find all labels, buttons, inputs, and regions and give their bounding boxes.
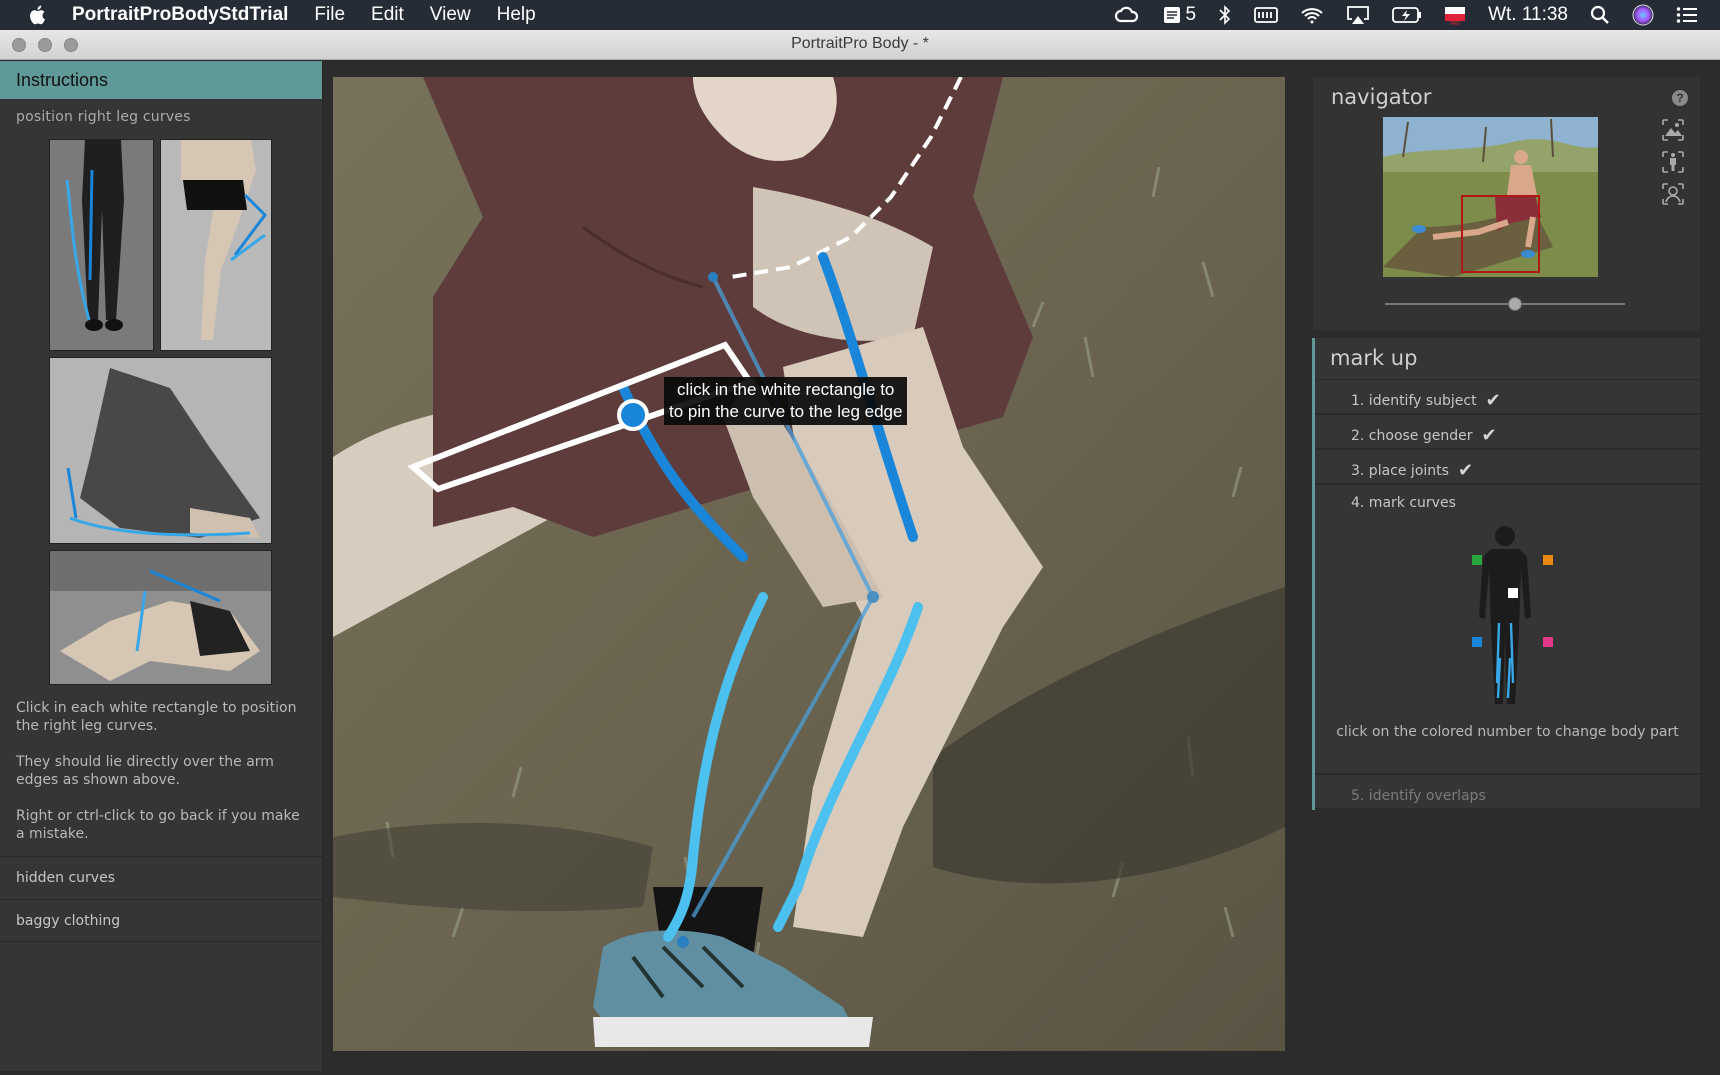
navigator-thumbnail[interactable] — [1383, 117, 1598, 277]
instruction-step-1: Click in each white rectangle to positio… — [16, 700, 297, 734]
window-title-bar: PortraitPro Body - * — [0, 30, 1720, 60]
app-name-menu[interactable]: PortraitProBodyStdTrial — [72, 4, 288, 26]
notification-center-icon[interactable] — [1676, 6, 1698, 24]
step-choose-gender[interactable]: 2. choose gender ✔ — [1315, 415, 1700, 450]
menu-help[interactable]: Help — [497, 4, 536, 26]
landscape-view-icon[interactable] — [1660, 117, 1686, 143]
bodypart-left-arm-marker[interactable] — [1472, 555, 1482, 565]
markup-panel: mark up 1. identify subject ✔ 2. choose … — [1312, 338, 1700, 810]
creative-cloud-icon[interactable] — [1114, 6, 1140, 24]
clock[interactable]: Wt. 11:38 — [1488, 4, 1568, 26]
bodypart-torso-marker[interactable] — [1508, 588, 1518, 598]
bodypart-left-leg-marker[interactable] — [1543, 637, 1553, 647]
step-identify-overlaps[interactable]: 5. identify overlaps — [1315, 775, 1700, 810]
notes-badge[interactable]: 5 — [1162, 4, 1197, 26]
hip-joint[interactable] — [708, 272, 718, 282]
zoom-slider-knob[interactable] — [1507, 297, 1522, 311]
instructions-subtitle: position right leg curves — [16, 109, 191, 125]
checkmark-icon: ✔ — [1481, 425, 1497, 446]
instruction-step-3: Right or ctrl-click to go back if you ma… — [16, 808, 300, 842]
example-image-lying — [49, 550, 272, 685]
example-image-kneeling — [160, 139, 272, 351]
step-label: 3. place joints — [1351, 462, 1449, 479]
instructions-header: Instructions — [0, 61, 322, 99]
tooltip-line-2: to pin the curve to the leg edge — [669, 402, 903, 421]
bodypart-right-leg-marker[interactable] — [1472, 637, 1482, 647]
step-label: 5. identify overlaps — [1351, 787, 1486, 804]
menu-file[interactable]: File — [314, 4, 345, 26]
apple-icon[interactable] — [26, 3, 50, 27]
navigator-panel: navigator ? — [1312, 77, 1700, 330]
notes-icon — [1163, 7, 1180, 23]
keyboard-icon[interactable] — [1254, 6, 1278, 24]
hidden-curves-section[interactable]: hidden curves — [0, 856, 323, 899]
face-view-icon[interactable] — [1660, 181, 1686, 207]
menu-edit[interactable]: Edit — [371, 4, 404, 26]
input-source-flag-icon[interactable]: PRO — [1444, 4, 1466, 26]
step-mark-curves: 4. mark curves click on the colored numb… — [1315, 485, 1700, 775]
body-silhouette-diagram — [1479, 526, 1531, 704]
navigator-label: navigator — [1331, 85, 1432, 109]
example-image-standing — [49, 139, 154, 351]
canvas-tooltip: click in the white rectangle to to pin t… — [664, 377, 908, 425]
spotlight-search-icon[interactable] — [1590, 5, 1610, 25]
right-panel: navigator ? mark up 1. identify subject … — [1312, 77, 1700, 810]
window-title: PortraitPro Body - * — [791, 35, 929, 52]
siri-icon[interactable] — [1632, 4, 1654, 26]
bodypart-right-arm-marker[interactable] — [1543, 555, 1553, 565]
step-label: 4. mark curves — [1351, 495, 1456, 511]
baggy-clothing-section[interactable]: baggy clothing — [0, 899, 323, 942]
step-identify-subject[interactable]: 1. identify subject ✔ — [1315, 380, 1700, 415]
help-icon[interactable]: ? — [1672, 90, 1688, 106]
example-image-sitting — [49, 357, 272, 544]
bodypart-hint: click on the colored number to change bo… — [1336, 724, 1679, 740]
wifi-icon[interactable] — [1300, 6, 1324, 24]
tooltip-line-1: click in the white rectangle to — [677, 380, 895, 399]
step-place-joints[interactable]: 3. place joints ✔ — [1315, 450, 1700, 485]
bluetooth-icon[interactable] — [1218, 5, 1232, 25]
menu-view[interactable]: View — [430, 4, 471, 26]
checkmark-icon: ✔ — [1457, 460, 1474, 481]
step-label: 2. choose gender — [1351, 427, 1473, 444]
knee-joint[interactable] — [867, 591, 879, 603]
svg-text:PRO: PRO — [1450, 21, 1460, 26]
full-body-view-icon[interactable] — [1660, 149, 1686, 175]
markup-label: mark up — [1315, 338, 1700, 380]
battery-icon[interactable] — [1392, 6, 1422, 24]
zoom-slider-track[interactable] — [1385, 303, 1625, 305]
ankle-joint[interactable] — [677, 936, 689, 948]
airplay-icon[interactable] — [1346, 5, 1370, 25]
step-label: 1. identify subject — [1351, 392, 1477, 409]
instruction-step-2: They should lie directly over the arm ed… — [16, 754, 274, 788]
notification-count: 5 — [1185, 4, 1197, 25]
curve-pin-handle[interactable] — [617, 399, 649, 431]
menu-bar: PortraitProBodyStdTrial File Edit View H… — [0, 0, 1720, 30]
checkmark-icon: ✔ — [1485, 390, 1501, 411]
instructions-panel: Instructions position right leg curves C… — [0, 61, 323, 1071]
photo-canvas[interactable] — [333, 77, 1285, 1051]
